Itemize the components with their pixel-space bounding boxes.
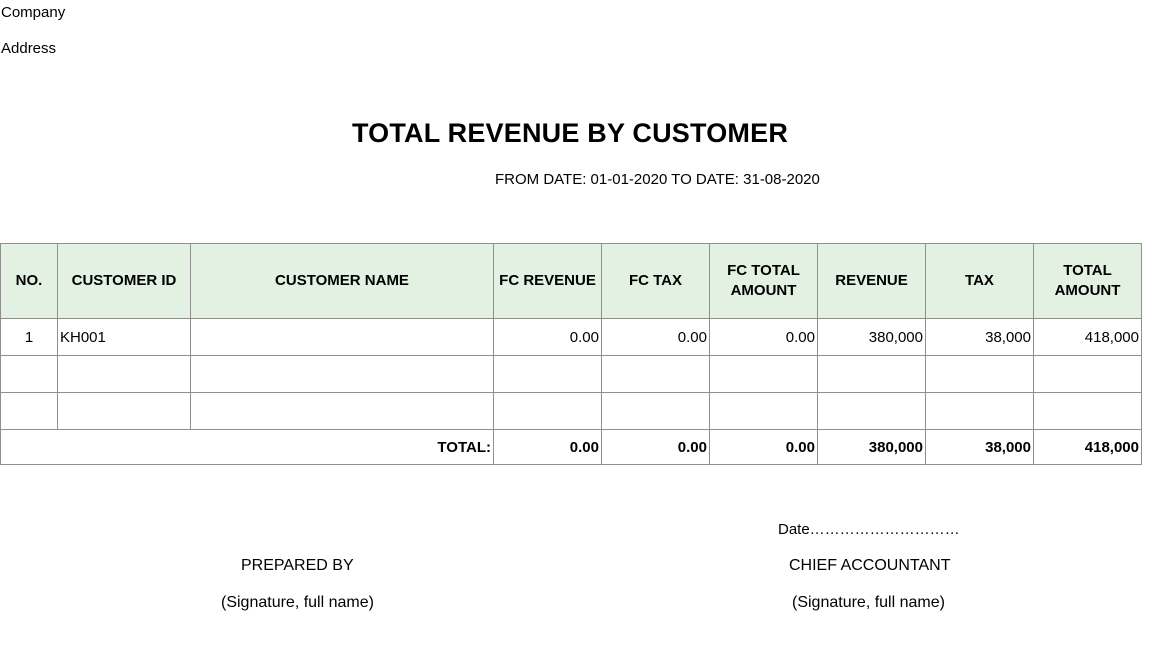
- cell-revenue: [817, 355, 926, 393]
- cell-total-amount: [1033, 392, 1142, 430]
- total-fc-revenue: 0.00: [493, 429, 602, 465]
- cell-total-amount: [1033, 355, 1142, 393]
- cell-tax: [925, 355, 1034, 393]
- cell-no: 1: [0, 318, 58, 356]
- cell-fc-tax: [601, 355, 710, 393]
- column-header-customer-name: CUSTOMER NAME: [190, 243, 494, 319]
- column-header-customer-id: CUSTOMER ID: [57, 243, 191, 319]
- report-title: TOTAL REVENUE BY CUSTOMER: [351, 118, 789, 148]
- total-revenue: 380,000: [817, 429, 926, 465]
- chief-accountant-note: (Signature, full name): [792, 594, 945, 611]
- cell-fc-revenue: [493, 355, 602, 393]
- cell-fc-revenue: 0.00: [493, 318, 602, 356]
- cell-fc-tax: [601, 392, 710, 430]
- prepared-by-note: (Signature, full name): [221, 594, 374, 611]
- column-header-fc-total-amount: FC TOTAL AMOUNT: [709, 243, 818, 319]
- column-header-no: NO.: [0, 243, 58, 319]
- total-fc-total-amount: 0.00: [709, 429, 818, 465]
- table-header-row: NO. CUSTOMER ID CUSTOMER NAME FC REVENUE…: [0, 243, 1142, 319]
- table-total-row: TOTAL: 0.00 0.00 0.00 380,000 38,000 418…: [0, 429, 1142, 465]
- table-row: [0, 355, 1142, 393]
- cell-fc-total-amount: 0.00: [709, 318, 818, 356]
- cell-tax: 38,000: [925, 318, 1034, 356]
- cell-tax: [925, 392, 1034, 430]
- date-range: FROM DATE: 01-01-2020 TO DATE: 31-08-202…: [495, 171, 820, 188]
- cell-total-amount: 418,000: [1033, 318, 1142, 356]
- cell-customer-name: [190, 392, 494, 430]
- cell-customer-name: [190, 318, 494, 356]
- revenue-table: NO. CUSTOMER ID CUSTOMER NAME FC REVENUE…: [0, 243, 1142, 465]
- cell-fc-revenue: [493, 392, 602, 430]
- column-header-fc-tax: FC TAX: [601, 243, 710, 319]
- cell-customer-name: [190, 355, 494, 393]
- table-row: [0, 392, 1142, 430]
- cell-fc-total-amount: [709, 355, 818, 393]
- company-label: Company: [1, 4, 66, 21]
- total-tax: 38,000: [925, 429, 1034, 465]
- column-header-tax: TAX: [925, 243, 1034, 319]
- column-header-fc-revenue: FC REVENUE: [493, 243, 602, 319]
- cell-customer-id: [57, 355, 191, 393]
- cell-no: [0, 355, 58, 393]
- address-label: Address: [1, 40, 57, 57]
- cell-fc-tax: 0.00: [601, 318, 710, 356]
- column-header-total-amount: TOTAL AMOUNT: [1033, 243, 1142, 319]
- cell-customer-id: [57, 392, 191, 430]
- prepared-by-label: PREPARED BY: [241, 557, 354, 574]
- chief-accountant-label: CHIEF ACCOUNTANT: [789, 557, 951, 574]
- total-total-amount: 418,000: [1033, 429, 1142, 465]
- cell-customer-id: KH001: [57, 318, 191, 356]
- cell-revenue: [817, 392, 926, 430]
- table-row: 1 KH001 0.00 0.00 0.00 380,000 38,000 41…: [0, 318, 1142, 356]
- cell-fc-total-amount: [709, 392, 818, 430]
- signature-date-line: Date…………………………: [778, 521, 960, 538]
- cell-no: [0, 392, 58, 430]
- column-header-revenue: REVENUE: [817, 243, 926, 319]
- total-label: TOTAL:: [0, 429, 494, 465]
- total-fc-tax: 0.00: [601, 429, 710, 465]
- cell-revenue: 380,000: [817, 318, 926, 356]
